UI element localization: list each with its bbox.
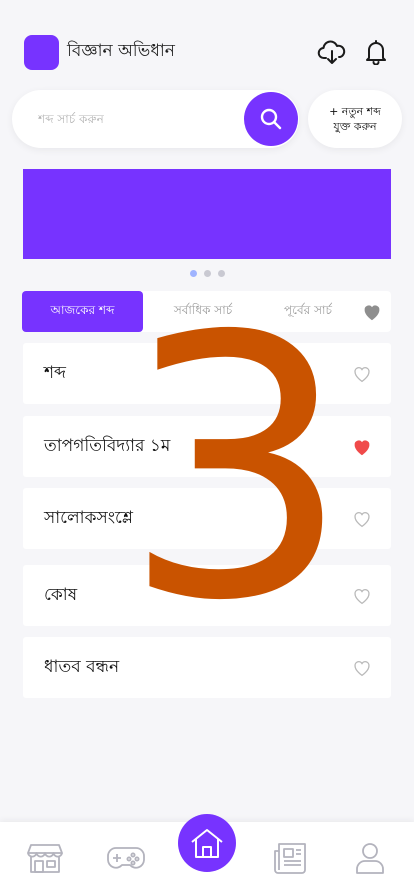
carousel-dot[interactable] <box>189 270 197 277</box>
heart-outline-icon[interactable] <box>351 658 373 678</box>
tab-todays-words[interactable]: আজকের শব্দ <box>22 291 143 332</box>
nav-profile[interactable] <box>350 838 390 878</box>
carousel-dot[interactable] <box>217 270 225 277</box>
search-row: + নতুন শব্দ যুক্ত করুন <box>12 90 402 148</box>
list-item[interactable]: সালোকসংশ্লে <box>23 488 391 549</box>
home-icon <box>191 829 223 858</box>
add-word-line2: যুক্ত করুন <box>333 120 377 133</box>
word-text: কোষ <box>44 584 78 605</box>
word-text: শব্দ <box>44 362 66 383</box>
gamepad-icon <box>107 847 145 869</box>
nav-games[interactable] <box>106 838 146 878</box>
tab-most-searched[interactable]: সর্বাধিক সার্চ <box>143 291 263 332</box>
word-text: সালোকসংশ্লে <box>44 507 133 528</box>
nav-store[interactable] <box>25 838 65 878</box>
store-icon <box>27 844 63 873</box>
add-word-line1: + নতুন শব্দ <box>329 105 381 118</box>
search-input[interactable] <box>38 112 228 126</box>
carousel-dot[interactable] <box>203 270 211 277</box>
newspaper-icon <box>274 843 306 874</box>
search-icon <box>260 108 282 130</box>
nav-home[interactable] <box>178 814 236 872</box>
heart-outline-icon[interactable] <box>351 364 373 384</box>
bell-icon[interactable] <box>360 36 392 68</box>
list-item[interactable]: তাপগতিবিদ্যার ১ম <box>23 416 391 477</box>
cloud-download-icon[interactable] <box>316 36 348 68</box>
app-header: বিজ্ঞান অভিধান <box>24 34 392 70</box>
heart-filled-icon[interactable] <box>351 437 373 457</box>
word-text: ধাতব বন্ধন <box>44 656 120 677</box>
add-word-button[interactable]: + নতুন শব্দ যুক্ত করুন <box>308 90 402 148</box>
carousel-dots <box>0 270 414 277</box>
bottom-nav <box>0 814 414 896</box>
banner[interactable] <box>23 169 391 259</box>
profile-icon <box>356 843 384 874</box>
list-item[interactable]: কোষ <box>23 565 391 626</box>
app-logo <box>24 34 59 70</box>
heart-filled-icon <box>364 304 380 320</box>
search-button[interactable] <box>244 92 298 146</box>
tab-favorites[interactable] <box>353 303 391 321</box>
tab-previous-search[interactable]: পূর্বের সার্চ <box>263 291 353 332</box>
word-tabs: আজকের শব্দ সর্বাধিক সার্চ পূর্বের সার্চ <box>22 291 391 332</box>
search-box <box>12 90 299 148</box>
nav-news[interactable] <box>271 838 311 878</box>
heart-outline-icon[interactable] <box>351 586 373 606</box>
word-text: তাপগতিবিদ্যার ১ম <box>44 435 171 456</box>
list-item[interactable]: ধাতব বন্ধন <box>23 637 391 698</box>
heart-outline-icon[interactable] <box>351 509 373 529</box>
app-title: বিজ্ঞান অভিধান <box>67 41 175 61</box>
list-item[interactable]: শব্দ <box>23 343 391 404</box>
